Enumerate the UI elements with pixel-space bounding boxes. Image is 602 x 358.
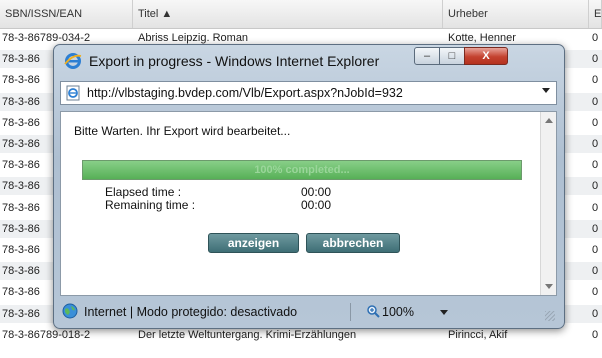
progress-bar: 100% completed... xyxy=(82,160,522,180)
table-cell: 0 xyxy=(592,265,599,278)
url-text: http://vlbstaging.bvdep.com/Vlb/Export.a… xyxy=(87,86,403,100)
zoom-icon xyxy=(367,305,380,318)
window-title: Export in progress - Windows Internet Ex… xyxy=(89,53,380,69)
table-cell: 0 xyxy=(592,307,599,320)
table-cell: 0 xyxy=(592,180,599,193)
table-cell: 0 xyxy=(592,138,599,150)
zoom-dropdown-icon[interactable] xyxy=(440,310,448,315)
column-header-title[interactable]: Titel ▲ xyxy=(133,0,443,28)
scroll-down-icon[interactable] xyxy=(545,284,553,289)
zoom-level[interactable]: 100% xyxy=(382,305,414,319)
table-cell: 0 xyxy=(592,32,599,44)
table-cell: 0 xyxy=(592,53,599,66)
scroll-up-icon[interactable] xyxy=(545,118,553,123)
status-separator xyxy=(350,303,351,321)
table-cell: 0 xyxy=(592,159,599,172)
table-cell: 0 xyxy=(592,95,599,108)
globe-icon xyxy=(62,303,78,319)
column-header-author[interactable]: Urheber xyxy=(443,0,589,28)
internet-explorer-icon xyxy=(64,53,82,69)
elapsed-value: 00:00 xyxy=(301,185,332,199)
remaining-value: 00:00 xyxy=(301,198,332,212)
window-titlebar[interactable]: Export in progress - Windows Internet Ex… xyxy=(54,45,564,77)
table-header: SBN/ISSN/EAN Titel ▲ Urheber E xyxy=(0,0,602,29)
column-header-isbn[interactable]: SBN/ISSN/EAN xyxy=(0,0,133,28)
maximize-button[interactable]: □ xyxy=(439,47,465,65)
show-button[interactable]: anzeigen xyxy=(208,233,299,253)
page-icon xyxy=(66,85,80,101)
table-cell: 0 xyxy=(592,286,599,299)
progress-text: 100% completed... xyxy=(254,164,350,176)
elapsed-label: Elapsed time : xyxy=(105,185,182,199)
address-dropdown-icon[interactable] xyxy=(542,88,550,93)
remaining-label: Remaining time : xyxy=(105,198,196,212)
ie-window: Export in progress - Windows Internet Ex… xyxy=(53,44,565,329)
address-bar[interactable]: http://vlbstaging.bvdep.com/Vlb/Export.a… xyxy=(60,81,557,105)
table-cell: 0 xyxy=(592,116,599,129)
status-message: Bitte Warten. Ihr Export wird bearbeitet… xyxy=(74,124,291,138)
resize-grip[interactable] xyxy=(545,311,555,321)
page-content: Bitte Warten. Ihr Export wird bearbeitet… xyxy=(60,111,557,296)
status-zone-text: Internet | Modo protegido: desactivado xyxy=(84,305,298,319)
cancel-button[interactable]: abbrechen xyxy=(306,233,400,253)
minimize-button[interactable]: – xyxy=(414,47,440,65)
table-cell: 0 xyxy=(592,244,599,256)
status-bar: Internet | Modo protegido: desactivado 1… xyxy=(60,301,557,323)
close-button[interactable]: X xyxy=(464,47,508,65)
vertical-scrollbar[interactable] xyxy=(540,112,556,295)
table-cell: 0 xyxy=(592,222,599,235)
table-cell: 0 xyxy=(592,74,599,87)
table-cell: 0 xyxy=(592,201,599,214)
table-cell: 0 xyxy=(592,328,599,341)
column-header-e[interactable]: E xyxy=(589,0,602,28)
